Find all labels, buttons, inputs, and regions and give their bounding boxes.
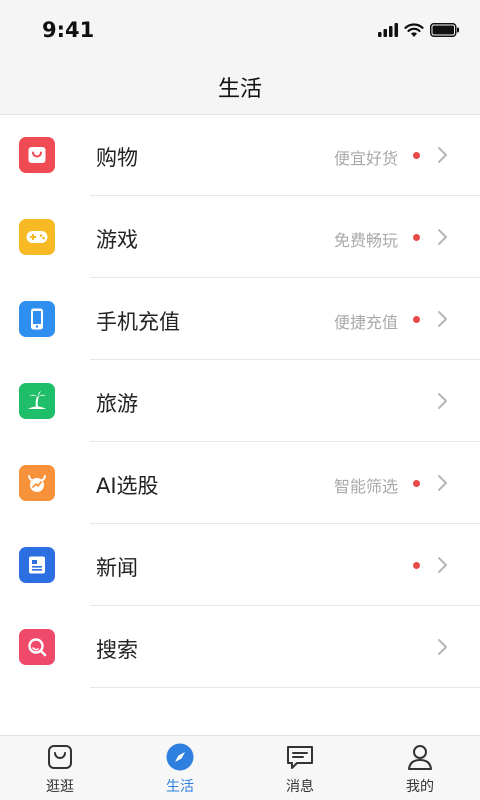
list-item-ai-stock[interactable]: AI选股 智能筛选 [0,442,480,524]
bull-chart-icon [19,465,55,501]
chevron-right-icon [438,557,447,573]
status-icons [378,20,460,40]
list-item-subtitle: 免费畅玩 [333,231,398,250]
row-divider [90,687,480,688]
signal-icon [378,23,398,37]
list-item-subtitle: 便捷充值 [333,313,398,332]
list-item-news[interactable]: 新闻 [0,524,480,606]
tab-profile[interactable]: 我的 [360,736,480,800]
list-item-label: AI选股 [96,474,159,498]
battery-icon [430,23,459,37]
wifi-icon [404,22,424,37]
user-icon [408,745,432,770]
list-item-label: 新闻 [96,556,138,580]
nav-bar: 生活 [0,60,480,115]
notification-dot [413,316,420,323]
list-item-label: 手机充值 [96,310,180,334]
message-icon [287,746,313,769]
list-item-subtitle: 便宜好货 [333,149,398,168]
list-item-games[interactable]: 游戏 免费畅玩 [0,196,480,278]
bag-icon [48,745,72,769]
tab-label: 消息 [286,779,314,795]
status-time: 9:41 [42,18,95,42]
notification-dot [413,562,420,569]
tab-label: 我的 [406,779,434,795]
list-item-label: 游戏 [96,228,138,252]
list-item-phone-recharge[interactable]: 手机充值 便捷充值 [0,278,480,360]
status-bar: 9:41 [0,0,480,60]
bottom-tab-bar: 逛逛 生活 消息 我的 [0,735,480,800]
list-item-label: 旅游 [96,392,138,416]
list-item-shopping[interactable]: 购物 便宜好货 [0,114,480,196]
list-item-search[interactable]: 搜索 [0,606,480,688]
search-icon [19,629,55,665]
tab-label: 生活 [166,779,194,795]
tab-life[interactable]: 生活 [120,736,240,800]
newspaper-icon [19,547,55,583]
chevron-right-icon [438,393,447,409]
list-item-travel[interactable]: 旅游 [0,360,480,442]
list-item-label: 搜索 [96,638,138,662]
tab-label: 逛逛 [46,779,74,795]
palm-tree-icon [19,383,55,419]
notification-dot [413,480,420,487]
chevron-right-icon [438,311,447,327]
chevron-right-icon [438,475,447,491]
shopping-bag-icon [19,137,55,173]
notification-dot [413,234,420,241]
tab-messages[interactable]: 消息 [240,736,360,800]
gamepad-icon [19,219,55,255]
compass-icon [166,743,194,771]
tab-browse[interactable]: 逛逛 [0,736,120,800]
phone-icon [19,301,55,337]
page-title: 生活 [217,77,262,102]
chevron-right-icon [438,639,447,655]
list-item-label: 购物 [96,146,138,170]
chevron-right-icon [438,147,447,163]
list-item-subtitle: 智能筛选 [333,477,398,496]
service-list: 购物 便宜好货 游戏 免费畅玩 手机充值 便捷充值 旅游 AI选股 智能筛选 新… [0,114,480,688]
notification-dot [413,152,420,159]
chevron-right-icon [438,229,447,245]
